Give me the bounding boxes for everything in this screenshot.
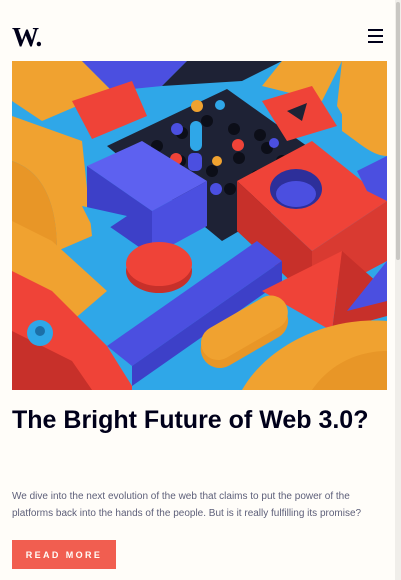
- hamburger-menu-icon[interactable]: [368, 28, 384, 44]
- site-header: W.: [12, 22, 384, 52]
- article-title[interactable]: The Bright Future of Web 3.0?: [12, 403, 372, 438]
- logo[interactable]: W.: [12, 22, 42, 52]
- scrollbar-thumb[interactable]: [396, 2, 400, 260]
- scrollbar[interactable]: [395, 0, 401, 580]
- article-description: We dive into the next evolution of the w…: [12, 491, 362, 519]
- read-more-button[interactable]: READ MORE: [12, 540, 116, 569]
- hero-image: [12, 61, 387, 390]
- abstract-blocks-illustration: [12, 61, 387, 390]
